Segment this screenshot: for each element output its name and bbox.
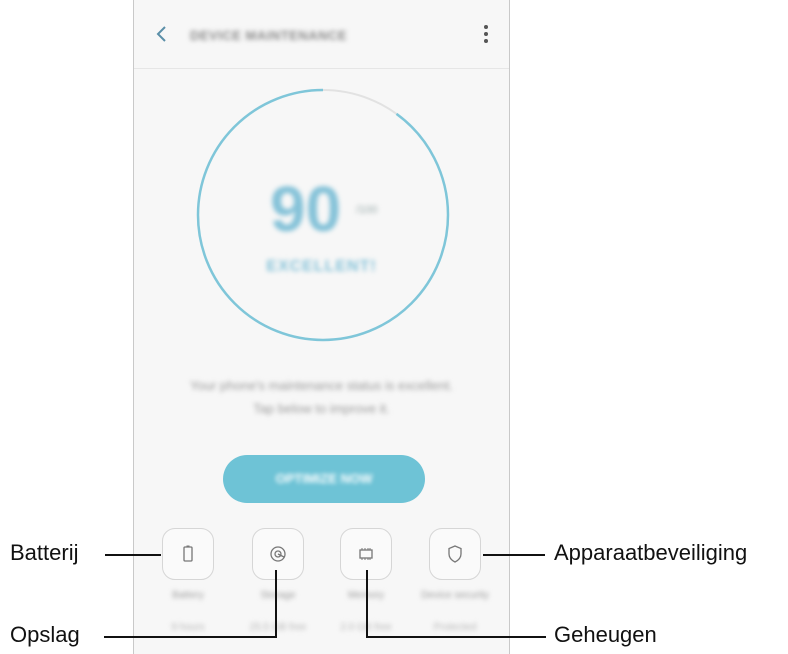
- callout-line-battery: [105, 554, 161, 556]
- callout-vline-storage: [275, 570, 277, 638]
- status-line-1: Your phone's maintenance status is excel…: [190, 378, 453, 393]
- storage-icon: [270, 546, 286, 562]
- storage-tile[interactable]: [252, 528, 304, 580]
- callout-line-memory: [368, 636, 546, 638]
- header-divider: [134, 68, 509, 69]
- battery-label: Battery: [172, 590, 204, 601]
- security-value: Protected: [433, 622, 477, 633]
- status-line-2: Tap below to improve it.: [253, 401, 390, 416]
- optimize-now-label: OPTIMIZE NOW: [275, 471, 373, 486]
- app-bar: DEVICE MAINTENANCE: [134, 0, 509, 68]
- battery-tile[interactable]: [162, 528, 214, 580]
- optimize-now-button[interactable]: OPTIMIZE NOW: [223, 455, 425, 503]
- shield-icon: [448, 545, 462, 563]
- security-label: Device security: [421, 590, 489, 601]
- callout-line-storage: [104, 636, 277, 638]
- more-vertical-icon[interactable]: [483, 25, 489, 43]
- phone-screen: DEVICE MAINTENANCE 90 /100 EXCELLENT! Yo…: [133, 0, 510, 654]
- score-total: /100: [356, 204, 378, 216]
- chevron-left-icon[interactable]: [152, 24, 172, 44]
- callout-storage: Opslag: [10, 622, 80, 647]
- callout-battery: Batterij: [10, 540, 79, 565]
- callout-memory: Geheugen: [554, 622, 657, 647]
- memory-icon: [359, 548, 373, 560]
- score-value: 90: [270, 173, 342, 245]
- callout-vline-memory: [366, 570, 368, 638]
- security-tile[interactable]: [429, 528, 481, 580]
- callout-security: Apparaatbeveiliging: [554, 540, 748, 565]
- page-title: DEVICE MAINTENANCE: [190, 28, 348, 43]
- storage-value: 25.5 GB free: [249, 622, 307, 633]
- storage-label: Storage: [260, 590, 296, 601]
- battery-value: 9 hours: [171, 622, 205, 633]
- callout-line-security: [483, 554, 545, 556]
- score-rating: EXCELLENT!: [266, 258, 377, 275]
- status-message: Your phone's maintenance status is excel…: [134, 374, 509, 420]
- battery-icon: [183, 545, 193, 562]
